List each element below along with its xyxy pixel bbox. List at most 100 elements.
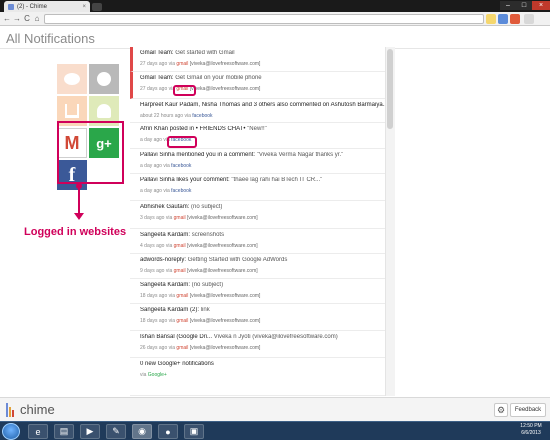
brand-name: chime <box>20 402 55 417</box>
notification-service-link[interactable]: gmail <box>174 243 186 249</box>
extension-icon[interactable] <box>510 14 520 24</box>
notification-service-link[interactable]: gmail <box>176 345 188 351</box>
app-header: All Notifications <box>0 27 550 49</box>
internet-explorer-icon[interactable]: e <box>28 424 48 439</box>
notification-time: 4 days ago via <box>140 243 173 249</box>
notification-time: about 22 hours ago via <box>140 113 191 119</box>
notification-time: 27 days ago via <box>140 86 176 92</box>
notification-sender: 0 new Google+ notifications <box>140 361 214 367</box>
notification-item[interactable]: Pallavi Sinha likes your comment: "thaee… <box>130 174 385 201</box>
notification-item[interactable]: Abhishek Gautam: (no subject) 3 days ago … <box>130 201 385 229</box>
remote-icon[interactable]: ▣ <box>184 424 204 439</box>
wrench-menu-icon[interactable] <box>524 14 534 24</box>
notification-service-link[interactable]: facebook <box>192 113 212 119</box>
notification-text: 0 new Google+ notifications <box>140 361 385 367</box>
media-player-icon[interactable]: ▶ <box>80 424 100 439</box>
notification-sender: Gmail Team: <box>140 50 174 56</box>
notification-text: Gmail Team: Get Gmail on your mobile pho… <box>140 75 385 81</box>
paint-icon[interactable]: ✎ <box>106 424 126 439</box>
notification-text: Ishan Bansal (Google Dri... Viveka n Jyo… <box>140 334 385 340</box>
notification-time: 18 days ago via <box>140 293 176 299</box>
notification-service-link[interactable]: gmail <box>174 215 186 221</box>
notification-sender: Abhishek Gautam: <box>140 204 190 210</box>
notification-text: Sangeeta Kardam (2): link <box>140 307 385 313</box>
tab-close-icon[interactable]: × <box>82 4 86 10</box>
notification-meta: a day ago via facebook <box>140 188 191 194</box>
bookmark-icon[interactable] <box>486 14 496 24</box>
notification-sender: Afrin Khan posted in • FRIENDS CHAT• <box>140 126 248 132</box>
notification-meta: 9 days ago via gmail [viveka@ilovefreeso… <box>140 268 258 274</box>
notification-item[interactable]: Ishan Bansal (Google Dri... Viveka n Jyo… <box>130 331 385 358</box>
notification-account: [viveka@ilovefreesoftware.com] <box>189 318 261 324</box>
browser-toolbar: ← → C ⌂ <box>0 12 550 26</box>
notification-service-link[interactable]: gmail <box>174 268 186 274</box>
app-footer: chime ⚙ Feedback <box>0 397 550 421</box>
notification-item[interactable]: adwords-noreply: Getting Started with Go… <box>130 254 385 279</box>
notification-service-link[interactable]: Google+ <box>148 372 167 378</box>
notification-text: Sangeeta Kardam: (no subject) <box>140 282 385 288</box>
reload-icon[interactable]: C <box>22 14 32 24</box>
back-icon[interactable]: ← <box>2 14 12 24</box>
notification-item[interactable]: Sangeeta Kardam: screenshots 4 days ago v… <box>130 229 385 254</box>
notification-subject: link <box>200 307 210 313</box>
notification-item[interactable]: Gmail Team: Get started with Gmail 27 day… <box>130 47 385 72</box>
notification-service-link[interactable]: facebook <box>171 188 191 194</box>
notification-sender: Sangeeta Kardam (2): <box>140 307 200 313</box>
notification-item[interactable]: Sangeeta Kardam (2): link 18 days ago via… <box>130 304 385 331</box>
annotation-circle-gmail <box>173 85 196 96</box>
notification-text: Harpreet Kaur Padam, Nisha Thomas and 3 … <box>140 102 385 108</box>
notification-item[interactable]: Harpreet Kaur Padam, Nisha Thomas and 3 … <box>130 99 385 123</box>
notification-subject: screenshots <box>191 232 225 238</box>
notification-meta: 27 days ago via gmail [viveka@ilovefrees… <box>140 61 260 67</box>
gear-icon[interactable]: ⚙ <box>494 403 508 417</box>
tab-title: (2) - Chime <box>17 3 48 10</box>
notification-item[interactable]: Pallavi Sinha mentioned you in a comment… <box>130 149 385 174</box>
notification-service-link[interactable]: facebook <box>171 163 191 169</box>
forward-icon[interactable]: → <box>12 14 22 24</box>
close-window-button[interactable]: × <box>532 1 550 10</box>
notification-subject: Viveka n Jyoti (viveka@ilovefreesoftware… <box>213 334 338 340</box>
notification-service-link[interactable]: gmail <box>176 318 188 324</box>
notification-time: a day ago via <box>140 137 170 143</box>
address-bar[interactable] <box>44 14 484 24</box>
notification-service-link[interactable]: gmail <box>176 293 188 299</box>
minimize-button[interactable]: – <box>500 1 516 10</box>
notification-text: Pallavi Sinha likes your comment: "thaee… <box>140 177 385 183</box>
notification-meta: via Google+ <box>140 372 167 378</box>
github-tile[interactable] <box>89 64 119 94</box>
notification-service-link[interactable]: gmail <box>176 61 188 67</box>
notification-item[interactable]: 0 new Google+ notifications via Google+ <box>130 358 385 396</box>
notification-time: 18 days ago via <box>140 318 176 324</box>
notification-text: Abhishek Gautam: (no subject) <box>140 204 385 210</box>
browser-tab[interactable]: (2) - Chime × <box>4 1 90 12</box>
notification-subject: (no subject) <box>191 204 223 210</box>
android-icon <box>97 104 111 118</box>
notification-subject: "Viveka Verma Nagar thanks yr." <box>256 152 344 158</box>
file-explorer-icon[interactable]: ▤ <box>54 424 74 439</box>
notification-subject: "thaee lag rahi hai BTech IT CR..." <box>231 177 323 183</box>
notification-text: Pallavi Sinha mentioned you in a comment… <box>140 152 385 158</box>
annotation-circle-facebook <box>167 136 197 148</box>
chime-extension-icon[interactable] <box>498 14 508 24</box>
notification-item[interactable]: Gmail Team: Get Gmail on your mobile pho… <box>130 72 385 99</box>
feedback-button[interactable]: Feedback <box>510 403 546 417</box>
notification-time: a day ago via <box>140 188 170 194</box>
new-tab-button[interactable] <box>92 3 102 11</box>
annotation-arrow-line <box>78 185 80 216</box>
start-button[interactable] <box>2 423 20 440</box>
taskbar-clock[interactable]: 12:50 PM 6/6/2013 <box>514 423 548 437</box>
home-icon[interactable]: ⌂ <box>32 14 42 24</box>
notification-text: adwords-noreply: Getting Started with Go… <box>140 257 385 263</box>
reddit-tile[interactable] <box>57 64 87 94</box>
annotation-label: Logged in websites <box>24 226 127 238</box>
notification-meta: 26 days ago via gmail [viveka@ilovefrees… <box>140 345 260 351</box>
chime-logo-icon <box>6 403 16 417</box>
notification-sender: Sangeeta Kardam: <box>140 282 191 288</box>
maximize-button[interactable]: □ <box>516 1 532 10</box>
feed-scroll-thumb[interactable] <box>387 49 393 129</box>
notification-sender: Ishan Bansal (Google Dri... <box>140 334 213 340</box>
notification-item[interactable]: Sangeeta Kardam: (no subject) 18 days ago… <box>130 279 385 304</box>
chrome-icon[interactable]: ◉ <box>132 424 152 439</box>
notification-sender: Sangeeta Kardam: <box>140 232 191 238</box>
firefox-icon[interactable]: ● <box>158 424 178 439</box>
